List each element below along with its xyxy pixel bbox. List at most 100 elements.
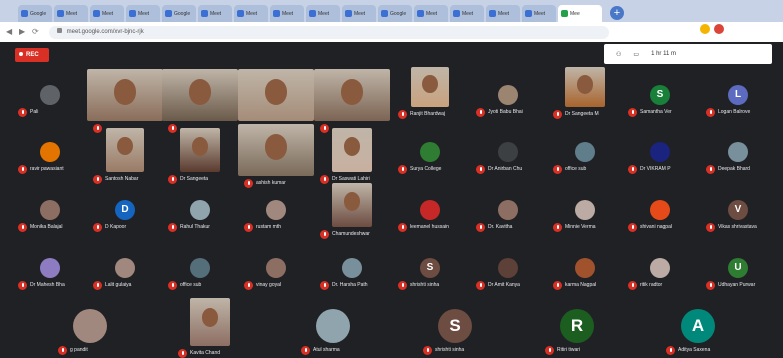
participant-name: Ritiri tiwari bbox=[557, 347, 581, 353]
browser-tab[interactable]: Google bbox=[18, 5, 52, 22]
participant-avatar bbox=[40, 200, 60, 220]
participant-name: vinay goyal bbox=[256, 282, 282, 288]
participant-name: Kavita Chand bbox=[190, 350, 221, 356]
browser-tab[interactable]: Meet bbox=[450, 5, 484, 22]
browser-tab[interactable]: Meet bbox=[270, 5, 304, 22]
tab-favicon-icon bbox=[417, 10, 424, 17]
tab-favicon-icon bbox=[453, 10, 460, 17]
tab-title: Meet bbox=[318, 10, 330, 17]
participant-name-row: Monika Balajal bbox=[18, 222, 63, 232]
address-bar[interactable]: meet.google.com/xvr-bjnc-rjk bbox=[49, 25, 609, 39]
browser-tab[interactable]: Meet bbox=[414, 5, 448, 22]
new-tab-button[interactable]: + bbox=[610, 6, 624, 20]
mic-off-icon bbox=[244, 222, 253, 232]
reload-icon[interactable]: ⟳ bbox=[32, 27, 42, 37]
tab-title: Meet bbox=[246, 10, 258, 17]
participant-name: Dr Sangeeta M bbox=[565, 111, 599, 117]
tab-title: Meet bbox=[282, 10, 294, 17]
participant-name: shivani nagpal bbox=[640, 224, 672, 230]
face-icon bbox=[343, 191, 361, 212]
tab-title: Google bbox=[174, 10, 191, 17]
participant-avatar bbox=[40, 85, 60, 105]
participant-name: Vikas shrivastava bbox=[718, 224, 757, 230]
mic-off-icon bbox=[168, 280, 177, 290]
face-icon bbox=[191, 136, 209, 157]
participant-avatar bbox=[575, 258, 595, 278]
participant-name-row: Dr. Kavitha bbox=[476, 222, 512, 232]
participant-name: Surya College bbox=[410, 166, 442, 172]
mic-off-icon bbox=[628, 222, 637, 232]
participant-name: shrishti sinha bbox=[410, 282, 440, 288]
face-icon bbox=[201, 307, 219, 327]
back-icon[interactable]: ◀ bbox=[6, 27, 16, 37]
participant-name: shrishti sinha bbox=[435, 347, 465, 353]
tab-title: Meet bbox=[426, 10, 438, 17]
tab-favicon-icon bbox=[21, 10, 28, 17]
participant-name: karma Nagpal bbox=[565, 282, 597, 288]
chat-icon[interactable]: ▭ bbox=[633, 51, 639, 58]
participant-avatar: S bbox=[650, 85, 670, 105]
participant-name: Dr. Kavitha bbox=[488, 224, 513, 230]
extension-icon[interactable] bbox=[700, 24, 710, 34]
mic-off-icon bbox=[301, 345, 310, 355]
browser-tab[interactable]: Meet bbox=[198, 5, 232, 22]
browser-tab[interactable]: Mee bbox=[558, 5, 602, 22]
mic-off-icon bbox=[706, 107, 715, 117]
tab-title: Meet bbox=[66, 10, 78, 17]
tab-title: Meet bbox=[102, 10, 114, 17]
participant-name-row: Udhayan Purwar bbox=[706, 280, 755, 290]
participant-name-row: Deepak Bhard bbox=[706, 164, 750, 174]
mic-off-icon bbox=[628, 107, 637, 117]
participant-name: Dr Amit Kanya bbox=[488, 282, 520, 288]
tab-title: Mee bbox=[570, 10, 580, 17]
mic-off-icon bbox=[18, 107, 27, 117]
participant-name-row: rustam mth bbox=[244, 222, 281, 232]
toolbar-icons bbox=[700, 24, 724, 34]
people-icon[interactable]: ⚇ bbox=[616, 51, 621, 58]
recording-badge: REC bbox=[15, 48, 49, 62]
mic-off-icon bbox=[628, 280, 637, 290]
participant-name-row: leemanel hussain bbox=[398, 222, 449, 232]
browser-tab[interactable]: Meet bbox=[306, 5, 340, 22]
participant-name-row: Ritiri tiwari bbox=[545, 345, 580, 355]
meeting-timer: 1 hr 11 m bbox=[651, 51, 676, 57]
browser-tab[interactable]: Meet bbox=[54, 5, 88, 22]
participant-name-row bbox=[168, 123, 180, 133]
profile-icon[interactable] bbox=[714, 24, 724, 34]
mic-off-icon bbox=[398, 164, 407, 174]
participant-video bbox=[87, 69, 163, 121]
participant-avatar bbox=[420, 200, 440, 220]
participant-name-row: vinay goyal bbox=[244, 280, 281, 290]
participant-name-row: ashish kumar bbox=[244, 178, 286, 188]
participant-name: Dr VIKRAM P bbox=[640, 166, 671, 172]
browser-tab[interactable]: Meet bbox=[522, 5, 556, 22]
participant-avatar bbox=[266, 258, 286, 278]
browser-tab[interactable]: Meet bbox=[234, 5, 268, 22]
browser-tab[interactable]: Meet bbox=[486, 5, 520, 22]
participant-name: Monika Balajal bbox=[30, 224, 63, 230]
tab-favicon-icon bbox=[561, 10, 568, 17]
browser-tab[interactable]: Google bbox=[162, 5, 196, 22]
tab-title: Meet bbox=[210, 10, 222, 17]
participant-name: g pandit bbox=[70, 347, 88, 353]
participant-avatar: R bbox=[560, 309, 594, 343]
participant-name: Dr Saswati Lahiri bbox=[332, 176, 370, 182]
browser-tab[interactable]: Meet bbox=[126, 5, 160, 22]
participant-name-row: Dr Anirban Chu bbox=[476, 164, 522, 174]
browser-tab[interactable]: Meet bbox=[90, 5, 124, 22]
face-icon bbox=[114, 79, 136, 105]
participant-name-row: Pali bbox=[18, 107, 38, 117]
forward-icon[interactable]: ▶ bbox=[19, 27, 29, 37]
mic-off-icon bbox=[58, 345, 67, 355]
participant-name-row: Lalit gulaiya bbox=[93, 280, 131, 290]
participant-name-row: Rahul Thakur bbox=[168, 222, 210, 232]
tab-favicon-icon bbox=[309, 10, 316, 17]
meet-grid: Pali Ranjit Bhardwaj Jyoti Babu Bhai Dr San… bbox=[0, 42, 783, 358]
mic-off-icon bbox=[423, 345, 432, 355]
browser-tab[interactable]: Meet bbox=[342, 5, 376, 22]
participant-name-row: Minnie Verma bbox=[553, 222, 596, 232]
participant-name-row: Vikas shrivastava bbox=[706, 222, 757, 232]
participant-avatar bbox=[498, 200, 518, 220]
tab-title: Meet bbox=[498, 10, 510, 17]
browser-tab[interactable]: Google bbox=[378, 5, 412, 22]
